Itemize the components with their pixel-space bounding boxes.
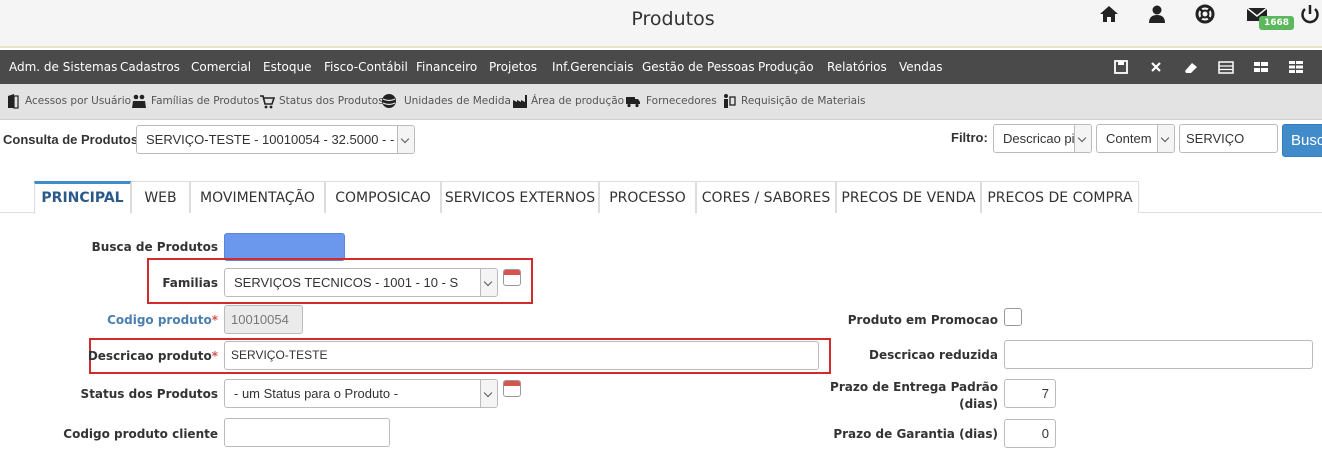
descricao-produto-value: SERVIÇO-TESTE — [231, 348, 328, 362]
prazo-garantia-input[interactable]: 0 — [1004, 419, 1056, 448]
chevron-down-icon — [480, 269, 497, 296]
busca-button[interactable]: Busca — [1282, 124, 1322, 157]
required-mark: * — [211, 313, 218, 327]
filtro-field-select[interactable]: Descricao pi — [993, 124, 1092, 153]
save-icon[interactable] — [1112, 58, 1130, 76]
home-icon[interactable] — [1098, 4, 1120, 24]
menu-inf-gerenciais[interactable]: Inf.Gerenciais — [552, 60, 634, 74]
status-produtos-label: Status dos Produtos — [80, 387, 218, 401]
chevron-down-icon — [1157, 125, 1174, 152]
people-icon[interactable] — [131, 93, 147, 109]
menu-projetos[interactable]: Projetos — [489, 60, 537, 74]
truck-icon[interactable] — [625, 93, 641, 109]
menu-producao[interactable]: Produção — [758, 60, 814, 74]
tab-processo[interactable]: PROCESSO — [599, 181, 696, 213]
menu-relatorios[interactable]: Relatórios — [827, 60, 887, 74]
cart-icon[interactable] — [259, 93, 275, 109]
shortcut-status-produtos[interactable]: Status dos Produtos — [279, 95, 384, 107]
shortcut-familias-produtos[interactable]: Famílias de Produtos — [151, 95, 259, 107]
table-icon[interactable] — [1287, 58, 1305, 76]
codigo-produto-value: 10010054 — [231, 312, 289, 327]
calendar-icon[interactable] — [503, 269, 521, 286]
shortcut-fornecedores[interactable]: Fornecedores — [646, 95, 717, 107]
main-menu: Adm. de Sistemas Cadastros Comercial Est… — [0, 50, 1322, 84]
menu-cadastros[interactable]: Cadastros — [120, 60, 180, 74]
filtro-label: Filtro: — [951, 130, 988, 145]
chevron-down-icon — [397, 126, 414, 153]
filtro-field-value: Descricao pi — [1003, 131, 1075, 146]
tab-precos-venda[interactable]: PRECOS DE VENDA — [836, 181, 981, 213]
grid-icon[interactable] — [1252, 58, 1270, 76]
menu-estoque[interactable]: Estoque — [263, 60, 312, 74]
tab-cores-sabores[interactable]: CORES / SABORES — [696, 181, 836, 213]
user-icon[interactable] — [1146, 4, 1168, 24]
factory-icon[interactable] — [512, 93, 528, 109]
top-header: Produtos 1668 — [0, 0, 1322, 48]
menu-adm-sistemas[interactable]: Adm. de Sistemas — [9, 60, 117, 74]
filtro-operator-select[interactable]: Contem — [1096, 124, 1175, 153]
consulta-select[interactable]: SERVIÇO-TESTE - 10010054 - 32.5000 - - -… — [136, 125, 415, 154]
globe-icon[interactable] — [381, 93, 397, 109]
codigo-cliente-label: Codigo produto cliente — [63, 427, 218, 441]
tab-precos-compra[interactable]: PRECOS DE COMPRA — [981, 181, 1139, 213]
chevron-down-icon — [480, 380, 497, 407]
shortcut-bar: Acessos por Usuário Famílias de Produtos… — [0, 84, 1322, 120]
list-icon[interactable] — [1217, 58, 1235, 76]
descricao-produto-label: Descricao produto* — [40, 349, 218, 363]
descricao-produto-label-text: Descricao produto — [87, 349, 212, 363]
lifebuoy-icon[interactable] — [1194, 4, 1216, 24]
tab-movimentacao[interactable]: MOVIMENTAÇÃO — [190, 181, 325, 213]
menu-financeiro[interactable]: Financeiro — [416, 60, 477, 74]
produto-promocao-label: Produto em Promocao — [847, 313, 998, 327]
codigo-produto-label: Codigo produto* — [40, 313, 218, 327]
eraser-icon[interactable] — [1182, 58, 1200, 76]
descricao-produto-input[interactable]: SERVIÇO-TESTE — [224, 341, 819, 370]
prazo-garantia-value: 0 — [1041, 426, 1049, 441]
shortcut-unidades-medida[interactable]: Unidades de Medida — [404, 95, 511, 107]
shortcut-area-producao[interactable]: Área de produção — [531, 95, 624, 107]
familias-select[interactable]: SERVIÇOS TECNICOS - 1001 - 10 - S — [224, 268, 498, 297]
produto-promocao-checkbox[interactable] — [1004, 308, 1022, 326]
required-mark: * — [211, 349, 218, 363]
prazo-entrega-label-unit: (dias) — [959, 397, 998, 411]
requisition-icon[interactable] — [721, 93, 737, 109]
tab-composicao[interactable]: COMPOSICAO — [325, 181, 441, 213]
prazo-entrega-value: 7 — [1041, 386, 1049, 401]
codigo-cliente-input[interactable] — [224, 418, 390, 447]
status-produtos-value: - um Status para o Produto - — [234, 386, 399, 401]
codigo-produto-input[interactable]: 10010054 — [224, 305, 303, 334]
consulta-select-value: SERVIÇO-TESTE - 10010054 - 32.5000 - - -… — [146, 132, 415, 147]
codigo-produto-label-text: Codigo produto — [107, 313, 212, 327]
consulta-label: Consulta de Produtos — [3, 132, 139, 147]
menu-comercial[interactable]: Comercial — [191, 60, 251, 74]
familias-select-value: SERVIÇOS TECNICOS - 1001 - 10 - S — [234, 275, 459, 290]
menu-vendas[interactable]: Vendas — [899, 60, 943, 74]
menu-gestao-pessoas[interactable]: Gestão de Pessoas — [642, 60, 755, 74]
busca-produtos-label: Busca de Produtos — [91, 240, 218, 254]
shortcut-requisicao-materiais[interactable]: Requisição de Materiais — [741, 95, 865, 107]
filtro-search-input[interactable]: SERVIÇO — [1179, 124, 1278, 153]
chevron-down-icon — [1074, 125, 1091, 152]
menu-fisco-contabil[interactable]: Fisco-Contábil — [324, 60, 408, 74]
shortcut-acessos-usuario[interactable]: Acessos por Usuário — [25, 95, 131, 107]
door-icon[interactable] — [5, 93, 21, 109]
descricao-reduzida-label: Descricao reduzida — [869, 348, 998, 362]
filtro-operator-value: Contem — [1106, 131, 1152, 146]
status-produtos-select[interactable]: - um Status para o Produto - — [224, 379, 498, 408]
filtro-search-value: SERVIÇO — [1186, 131, 1245, 146]
prazo-entrega-input[interactable]: 7 — [1004, 379, 1056, 408]
page-title: Produtos — [631, 8, 715, 30]
calendar-icon[interactable] — [503, 380, 521, 397]
power-icon[interactable] — [1299, 4, 1321, 24]
descricao-reduzida-input[interactable] — [1004, 340, 1313, 369]
familias-label: Familias — [162, 276, 218, 290]
tab-servicos-externos[interactable]: SERVICOS EXTERNOS — [441, 181, 599, 213]
mail-count-badge: 1668 — [1259, 16, 1295, 30]
prazo-entrega-label: Prazo de Entrega Padrão — [830, 380, 998, 394]
prazo-garantia-label: Prazo de Garantia (dias) — [833, 427, 998, 441]
close-icon[interactable] — [1147, 58, 1165, 76]
busca-produtos-input[interactable] — [224, 233, 345, 261]
tab-web[interactable]: WEB — [131, 181, 190, 213]
tab-principal[interactable]: PRINCIPAL — [34, 181, 131, 214]
